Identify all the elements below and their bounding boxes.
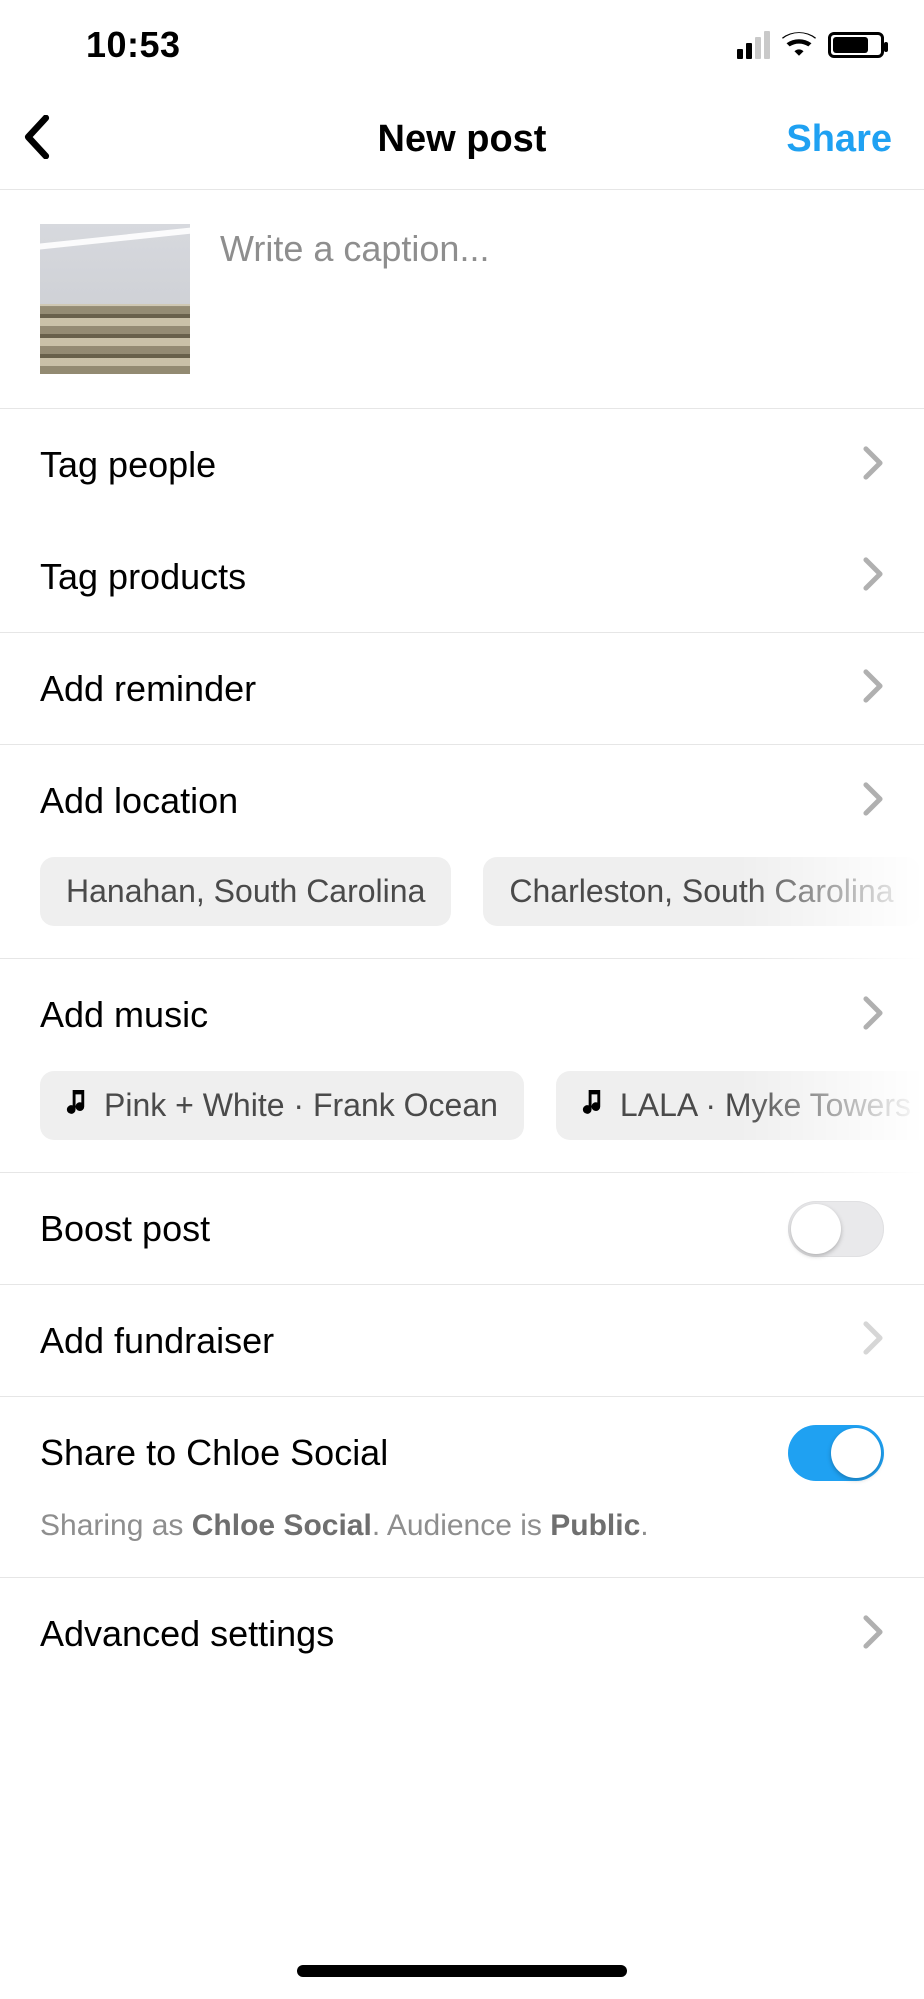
row-add-reminder[interactable]: Add reminder [0, 633, 924, 745]
location-chip[interactable]: Charleston, South Carolina [483, 857, 919, 926]
wifi-icon [782, 30, 816, 61]
row-label: Tag products [40, 556, 246, 598]
location-suggestions: Hanahan, South Carolina Charleston, Sout… [0, 857, 924, 959]
battery-icon [828, 32, 884, 58]
row-label: Tag people [40, 444, 216, 486]
chevron-left-icon [22, 115, 52, 159]
music-chip-label: Pink + White · Frank Ocean [104, 1087, 498, 1124]
caption-input[interactable]: Write a caption... [220, 224, 884, 374]
back-button[interactable] [22, 115, 82, 164]
location-chip[interactable]: Hanahan, South Carolina [40, 857, 451, 926]
music-note-icon [66, 1087, 88, 1124]
row-label: Advanced settings [40, 1613, 334, 1655]
chevron-right-icon [862, 996, 884, 1035]
cellular-signal-icon [737, 31, 770, 59]
chevron-right-icon [862, 1321, 884, 1360]
chevron-right-icon [862, 1615, 884, 1654]
home-indicator [297, 1965, 627, 1977]
music-chip[interactable]: LALA · Myke Towers [556, 1071, 924, 1140]
share-button[interactable]: Share [786, 118, 902, 161]
status-time: 10:53 [86, 24, 181, 66]
boost-post-toggle[interactable] [788, 1201, 884, 1257]
chevron-right-icon [862, 669, 884, 708]
row-tag-people[interactable]: Tag people [0, 409, 924, 521]
row-add-fundraiser[interactable]: Add fundraiser [0, 1285, 924, 1397]
row-label: Boost post [40, 1208, 210, 1250]
row-boost-post: Boost post [0, 1173, 924, 1285]
chevron-right-icon [862, 446, 884, 485]
caption-section: Write a caption... [0, 190, 924, 409]
row-label: Add music [40, 994, 208, 1036]
chevron-right-icon [862, 782, 884, 821]
post-thumbnail[interactable] [40, 224, 190, 374]
row-add-music[interactable]: Add music [0, 959, 924, 1071]
share-to-toggle[interactable] [788, 1425, 884, 1481]
chevron-right-icon [862, 557, 884, 596]
row-label: Add location [40, 780, 238, 822]
row-label: Share to Chloe Social [40, 1432, 388, 1474]
row-advanced-settings[interactable]: Advanced settings [0, 1578, 924, 1690]
nav-header: New post Share [0, 90, 924, 190]
sharing-note: Sharing as Chloe Social. Audience is Pub… [0, 1509, 924, 1578]
row-label: Add fundraiser [40, 1320, 274, 1362]
music-suggestions: Pink + White · Frank Ocean LALA · Myke T… [0, 1071, 924, 1173]
status-bar: 10:53 [0, 0, 924, 90]
row-label: Add reminder [40, 668, 256, 710]
row-tag-products[interactable]: Tag products [0, 521, 924, 633]
row-add-location[interactable]: Add location [0, 745, 924, 857]
music-chip-label: LALA · Myke Towers [620, 1087, 911, 1124]
status-right [737, 30, 884, 61]
music-chip[interactable]: Pink + White · Frank Ocean [40, 1071, 524, 1140]
row-share-to: Share to Chloe Social [0, 1397, 924, 1509]
music-note-icon [582, 1087, 604, 1124]
